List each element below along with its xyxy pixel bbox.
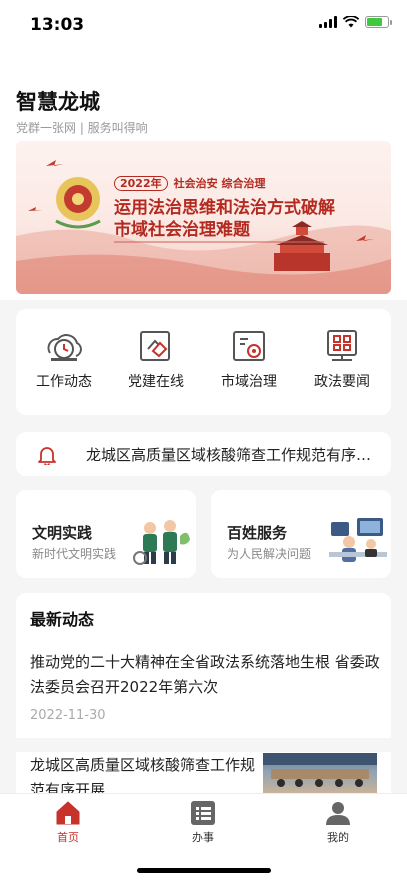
news-item-date: 2022-11-30 (30, 708, 106, 723)
feature-title-public-service: 百姓服务 (227, 524, 288, 542)
app-title: 智慧龙城 (16, 90, 100, 114)
list-icon (191, 801, 215, 825)
news-section: 最新动态 推动党的二十大精神在全省政法系统落地生根 省委政法委员会召开2022年… (16, 593, 391, 799)
notice-bar[interactable]: 龙城区高质量区域核酸筛查工作规范有序开展 (16, 432, 391, 476)
banner-headline-2: 市域社会治理难题 (114, 220, 250, 240)
status-time: 13:03 (30, 15, 85, 35)
menu-item-legal-news[interactable]: 政法要闻 (302, 327, 382, 391)
home-indicator (137, 868, 271, 873)
party-building-icon (140, 331, 170, 361)
menu-label-city-governance: 市域治理 (221, 374, 277, 390)
cellular-signal-icon (319, 16, 337, 28)
home-icon (56, 801, 80, 825)
battery-icon (365, 16, 392, 28)
tab-profile[interactable]: 我的 (303, 800, 373, 845)
tab-label-services: 办事 (192, 831, 214, 844)
service-desk-illustration (329, 518, 387, 562)
tab-label-profile: 我的 (327, 831, 349, 844)
city-governance-icon (233, 331, 265, 361)
tab-home[interactable]: 首页 (33, 800, 103, 845)
menu-item-party-building[interactable]: 党建在线 (116, 327, 196, 391)
banner-tagline: 2022年 社会治安 综合治理 (114, 175, 265, 191)
news-heading: 最新动态 (30, 610, 95, 629)
wifi-icon (343, 16, 359, 28)
menu-label-work-updates: 工作动态 (36, 374, 92, 390)
volunteers-illustration (133, 520, 190, 565)
menu-label-legal-news: 政法要闻 (314, 374, 370, 390)
banner-tag-line: 社会治安 综合治理 (173, 177, 266, 190)
meeting-photo (263, 753, 377, 787)
promo-banner[interactable]: 2022年 社会治安 综合治理 运用法治思维和法治方式破解 市域社会治理难题 (16, 141, 391, 294)
banner-year-tag: 2022年 (114, 176, 168, 191)
menu-grid: 工作动态 党建在线 市域治理 政法要闻 (16, 309, 391, 415)
feature-title-civilization: 文明实践 (32, 524, 93, 542)
work-updates-icon (47, 334, 82, 361)
app-subtitle: 党群一张网 | 服务叫得响 (16, 121, 148, 135)
news-item-title[interactable]: 推动党的二十大精神在全省政法系统落地生根 省委政法委员会召开2022年第六次 (30, 650, 380, 700)
news-item-2-thumbnail[interactable] (263, 753, 377, 793)
feature-subtitle-public-service: 为人民解决问题 (227, 547, 312, 561)
user-icon (326, 802, 350, 825)
notice-text: 龙城区高质量区域核酸筛查工作规范有序开展 (86, 446, 382, 464)
menu-item-city-governance[interactable]: 市域治理 (209, 327, 289, 391)
legal-news-icon (327, 330, 357, 361)
feature-card-public-service[interactable]: 百姓服务 为人民解决问题 (211, 490, 391, 578)
menu-item-work-updates[interactable]: 工作动态 (24, 327, 104, 391)
news-divider (16, 738, 391, 752)
bell-icon (38, 447, 56, 465)
tab-services[interactable]: 办事 (168, 800, 238, 845)
status-bar: 13:03 (0, 0, 407, 50)
feature-card-civilization[interactable]: 文明实践 新时代文明实践 (16, 490, 196, 578)
status-icons (319, 16, 392, 28)
tab-label-home: 首页 (57, 831, 79, 844)
banner-caption-line (114, 241, 324, 243)
feature-subtitle-civilization: 新时代文明实践 (32, 547, 117, 561)
menu-label-party-building: 党建在线 (128, 374, 184, 390)
